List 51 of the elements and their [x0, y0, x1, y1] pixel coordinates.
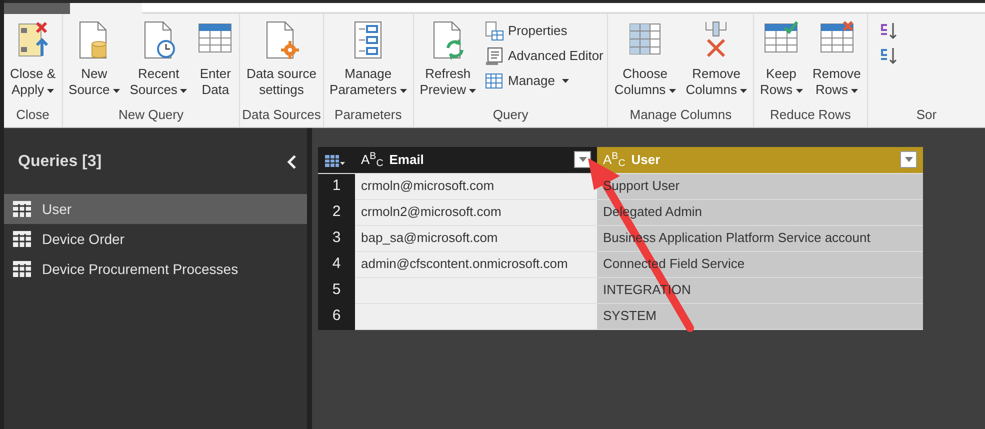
query-item[interactable]: Device Procurement Processes: [4, 254, 307, 284]
table-icon: [12, 260, 32, 278]
ribbon-button[interactable]: Manage: [482, 70, 606, 92]
caret-icon: [578, 157, 586, 162]
table-menu-icon[interactable]: [324, 154, 346, 168]
ribbon-group-label: Parameters: [334, 106, 403, 124]
ribbon-button[interactable]: Data source settings: [242, 18, 321, 105]
table-icon: [12, 200, 32, 218]
ribbon-group-label: Manage Columns: [628, 106, 733, 124]
ribbon-button[interactable]: Properties: [482, 20, 606, 42]
ribbon-button[interactable]: Keep Rows: [756, 18, 806, 105]
table-icon: [12, 230, 32, 248]
row-number: 4: [318, 251, 355, 277]
ribbon-group-label: Data Sources: [241, 106, 322, 124]
ribbon-button[interactable]: New Source: [64, 18, 124, 105]
ribbon-button[interactable]: Refresh Preview: [416, 18, 480, 105]
column-name: Email: [389, 151, 424, 169]
ribbon-button[interactable]: Manage Parameters: [326, 18, 411, 105]
row-number: 2: [318, 199, 355, 225]
pane-title: Queries [3]: [18, 152, 102, 172]
row-number: 5: [318, 277, 355, 303]
ribbon-group-label: Query: [492, 106, 530, 124]
caret-icon: [904, 157, 912, 162]
properties-icon: [484, 21, 504, 41]
row-number: 1: [318, 173, 355, 199]
ribbon-button[interactable]: Recent Sources: [126, 18, 192, 105]
ribbon-group-label: New Query: [117, 106, 184, 124]
ribbon-button[interactable]: Enter Data: [193, 18, 238, 105]
column-header[interactable]: A$^{B}$$_{C}$ Email: [355, 147, 597, 173]
collapse-icon[interactable]: [287, 155, 297, 169]
table-icon: [484, 71, 504, 91]
query-item[interactable]: Device Order: [4, 224, 307, 254]
query-item[interactable]: User: [4, 194, 307, 224]
ribbon-button[interactable]: Choose Columns: [610, 18, 680, 105]
table-cell-text: bap_sa@microsoft.com: [361, 230, 498, 246]
row-number: 3: [318, 225, 355, 251]
column-name: User: [631, 151, 660, 169]
ribbon-button[interactable]: Remove Columns: [682, 18, 751, 105]
ribbon-button[interactable]: Advanced Editor: [482, 45, 606, 67]
ribbon-group-label: Close: [15, 106, 50, 124]
scroll-document-icon: [484, 46, 504, 66]
table-cell-text: SYSTEM: [603, 308, 656, 324]
ribbon-button[interactable]: Close & Apply: [6, 18, 60, 105]
table-cell-text: admin@cfscontent.onmicrosoft.com: [361, 256, 568, 272]
filter-button[interactable]: [574, 151, 591, 168]
row-number: 6: [318, 303, 355, 329]
ribbon-group-label: Sor: [915, 106, 938, 124]
table-cell-text: crmoln2@microsoft.com: [361, 204, 502, 220]
table-cell-text: crmoln@microsoft.com: [361, 178, 494, 194]
ribbon-button[interactable]: Remove Rows: [808, 18, 865, 105]
ribbon-group-label: Reduce Rows: [768, 106, 852, 124]
